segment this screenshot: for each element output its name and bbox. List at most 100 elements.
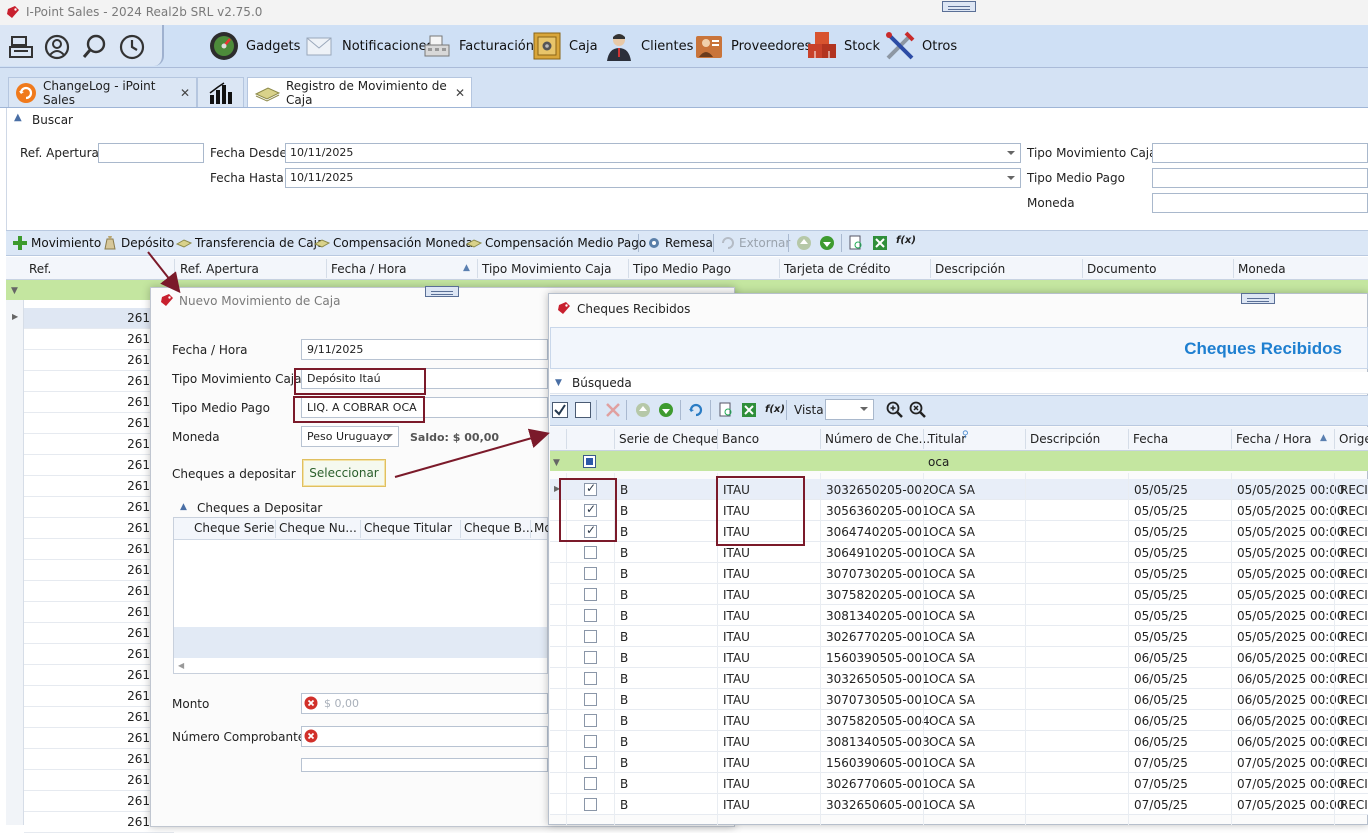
- table-row[interactable]: B ITAU 3064910205-001 OCA SA 05/05/25 05/05/2…: [550, 542, 1368, 563]
- col-fecha-hora[interactable]: Fecha / Hora: [1236, 432, 1312, 446]
- col-cheque-titular[interactable]: Cheque Titular: [364, 521, 452, 535]
- row-checkbox[interactable]: [584, 777, 597, 790]
- col-cheque-serie[interactable]: Cheque Serie: [194, 521, 274, 535]
- deposito-button[interactable]: Depósito: [102, 235, 174, 251]
- extornar-button[interactable]: Extornar: [720, 235, 790, 251]
- close-icon[interactable]: ✕: [180, 86, 190, 100]
- arrow-up-circle-icon[interactable]: [635, 402, 651, 418]
- col-cheque-numero[interactable]: Cheque Nu...: [279, 521, 357, 535]
- row-checkbox[interactable]: [584, 567, 597, 580]
- zoom-reset-icon[interactable]: [909, 401, 927, 419]
- menu-stock[interactable]: Stock: [806, 30, 880, 62]
- search-icon[interactable]: [81, 33, 109, 61]
- collapse-up-icon[interactable]: ▲: [14, 112, 22, 123]
- col-origen[interactable]: Orige: [1339, 432, 1368, 446]
- print-preview-icon[interactable]: [718, 402, 734, 418]
- row-checkbox[interactable]: [584, 693, 597, 706]
- col-cheque-banco[interactable]: Cheque B...: [464, 521, 533, 535]
- buscar-toggle[interactable]: Buscar: [32, 113, 73, 127]
- tab-changelog[interactable]: ChangeLog - iPoint Sales ✕: [8, 77, 197, 107]
- tab-chart[interactable]: [197, 77, 244, 107]
- function-icon[interactable]: f(x): [765, 404, 785, 415]
- col-tipo-medio-pago[interactable]: Tipo Medio Pago: [633, 262, 731, 276]
- row-checkbox[interactable]: [584, 546, 597, 559]
- table-row[interactable]: B ITAU 3026770605-001 OCA SA 07/05/25 07/05/2…: [550, 773, 1368, 794]
- menu-caja[interactable]: Caja: [531, 30, 598, 62]
- compensacion-medio-button[interactable]: Compensación Medio Pago: [466, 235, 646, 251]
- row-checkbox[interactable]: [584, 588, 597, 601]
- menu-otros[interactable]: Otros: [884, 30, 957, 62]
- fecha-hasta-input[interactable]: 10/11/2025: [285, 168, 1021, 188]
- row-checkbox[interactable]: [584, 630, 597, 643]
- moneda-select[interactable]: Peso Uruguayo: [301, 426, 399, 447]
- moneda-input[interactable]: [1152, 193, 1368, 213]
- zoom-in-icon[interactable]: [886, 401, 904, 419]
- table-row[interactable]: B ITAU 3070730505-001 OCA SA 06/05/25 06/05/2…: [550, 689, 1368, 710]
- menu-gadgets[interactable]: Gadgets: [208, 30, 300, 62]
- drag-handle-icon[interactable]: [942, 1, 976, 12]
- filter-titular-value[interactable]: oca: [928, 455, 949, 469]
- collapse-down-icon[interactable]: ▼: [555, 378, 562, 388]
- table-row[interactable]: BITAU3056360205-001OCA SA05/05/2505/05/2…: [550, 500, 1368, 521]
- table-row[interactable]: B ITAU 3081340505-003 OCA SA 06/05/25 06/05/2…: [550, 731, 1368, 752]
- print-preview-icon[interactable]: [848, 235, 864, 251]
- numero-comprobante-input[interactable]: [301, 726, 548, 747]
- scroll-left-icon[interactable]: ◀: [178, 661, 184, 670]
- compensacion-moneda-button[interactable]: Compensación Moneda: [314, 235, 473, 251]
- table-row[interactable]: B ITAU 1560390605-001 OCA SA 07/05/25 07/05/2…: [550, 752, 1368, 773]
- row-checkbox[interactable]: [584, 609, 597, 622]
- clock-icon[interactable]: [118, 33, 146, 61]
- table-row[interactable]: B ITAU 3075820205-001 OCA SA 05/05/25 05/05/2…: [550, 584, 1368, 605]
- cheques-filter-row[interactable]: [550, 451, 1368, 471]
- col-fecha[interactable]: Fecha: [1133, 432, 1168, 446]
- table-row[interactable]: BITAU3032650205-002OCA SA05/05/2505/05/2…: [550, 479, 1368, 500]
- col-ref[interactable]: Ref.: [29, 262, 51, 276]
- col-documento[interactable]: Documento: [1087, 262, 1157, 276]
- table-row[interactable]: B ITAU 3081340205-001 OCA SA 05/05/25 05/05/2…: [550, 605, 1368, 626]
- remesa-button[interactable]: Remesa: [646, 235, 713, 251]
- menu-facturacion[interactable]: Facturación: [421, 30, 534, 62]
- close-icon[interactable]: ✕: [455, 86, 465, 100]
- tab-registro-movimiento-caja[interactable]: Registro de Movimiento de Caja ✕: [247, 77, 472, 107]
- user-circle-icon[interactable]: [43, 33, 71, 61]
- busqueda-toggle[interactable]: Búsqueda: [572, 376, 632, 390]
- table-row[interactable]: B ITAU 3075820505-004 OCA SA 06/05/25 06/05/2…: [550, 710, 1368, 731]
- arrow-down-circle-icon[interactable]: [658, 402, 674, 418]
- row-checkbox[interactable]: [584, 756, 597, 769]
- excel-export-icon[interactable]: [872, 235, 888, 251]
- drag-handle-icon[interactable]: [1241, 293, 1275, 304]
- row-checkbox[interactable]: [584, 651, 597, 664]
- col-numero-cheque[interactable]: Número de Che...: [825, 432, 930, 446]
- vista-select[interactable]: [825, 399, 874, 420]
- table-row[interactable]: B ITAU 3032650505-001 OCA SA 06/05/25 06/05/2…: [550, 668, 1368, 689]
- tipo-medio-pago-input[interactable]: [1152, 168, 1368, 188]
- table-row[interactable]: BITAU3064740205-001OCA SA05/05/2505/05/2…: [550, 521, 1368, 542]
- col-banco[interactable]: Banco: [722, 432, 759, 446]
- monto-input[interactable]: $ 0,00: [301, 693, 548, 714]
- col-ref-apertura[interactable]: Ref. Apertura: [180, 262, 259, 276]
- extra-input[interactable]: [301, 758, 548, 772]
- excel-export-icon[interactable]: [741, 402, 757, 418]
- col-moneda[interactable]: Moneda: [1238, 262, 1286, 276]
- row-checkbox[interactable]: [584, 735, 597, 748]
- col-fecha-hora[interactable]: Fecha / Hora: [331, 262, 407, 276]
- menu-clientes[interactable]: Clientes: [603, 30, 693, 62]
- col-descripcion[interactable]: Descripción: [1030, 432, 1100, 446]
- collapse-up-icon[interactable]: ▲: [180, 502, 187, 512]
- menu-notificaciones[interactable]: Notificaciones: [304, 30, 433, 62]
- uncheck-all-icon[interactable]: [575, 402, 591, 418]
- fecha-hora-input[interactable]: 9/11/2025: [301, 339, 548, 360]
- col-serie-cheque[interactable]: Serie de Cheque: [619, 432, 718, 446]
- ref-apertura-input[interactable]: [98, 143, 204, 163]
- filter-checkbox[interactable]: [583, 455, 596, 468]
- delete-icon[interactable]: [605, 402, 621, 418]
- table-row[interactable]: B ITAU 3032650605-001 OCA SA 07/05/25 07/05/2…: [550, 794, 1368, 815]
- col-descripcion[interactable]: Descripción: [935, 262, 1005, 276]
- check-all-icon[interactable]: [552, 402, 568, 418]
- refresh-icon[interactable]: [688, 402, 704, 418]
- drag-handle-icon[interactable]: [425, 286, 459, 297]
- transferencia-button[interactable]: Transferencia de Caja: [176, 235, 324, 251]
- fecha-desde-input[interactable]: 10/11/2025: [285, 143, 1021, 163]
- function-icon[interactable]: f(x): [896, 235, 916, 246]
- col-tarjeta-credito[interactable]: Tarjeta de Crédito: [784, 262, 890, 276]
